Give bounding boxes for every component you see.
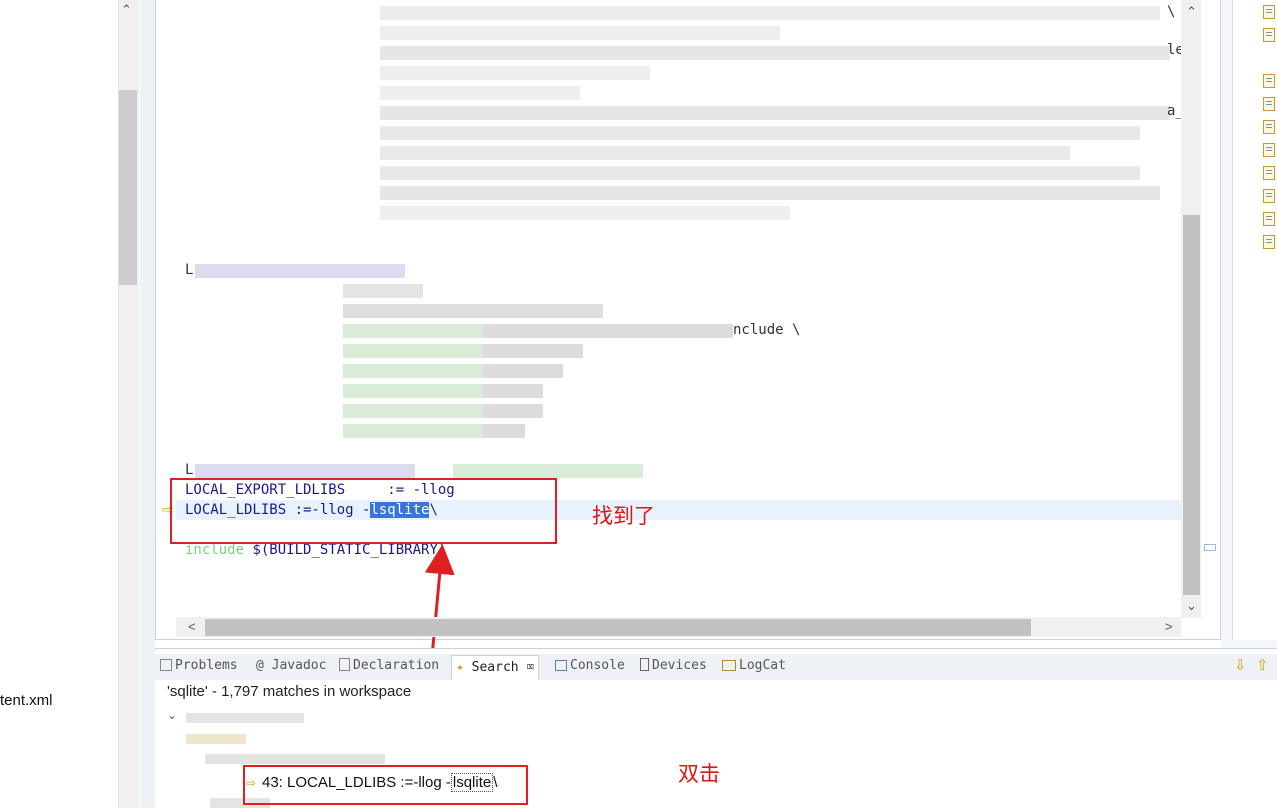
tab-declaration[interactable]: Declaration [339, 658, 439, 673]
minimize-icon[interactable]: ⇩ [1234, 656, 1247, 674]
annotation-double-click-label: 双击 [678, 762, 720, 786]
file-icon[interactable] [1263, 189, 1275, 203]
file-icon[interactable] [1263, 166, 1275, 180]
search-icon: ✦ [456, 660, 464, 675]
tab-logcat[interactable]: LogCat [722, 658, 786, 673]
file-icon[interactable] [1263, 28, 1275, 42]
devices-icon [640, 658, 649, 671]
file-icon[interactable] [1263, 5, 1275, 19]
close-icon[interactable]: ⌧ [526, 660, 534, 675]
scroll-down-icon[interactable]: ⌄ [1186, 598, 1197, 614]
tab-search[interactable]: ✦ Search ⌧ [451, 655, 540, 680]
javadoc-icon: @ [256, 658, 272, 673]
outline-panel [1232, 0, 1277, 640]
file-icon[interactable] [1263, 120, 1275, 134]
console-icon [555, 660, 567, 671]
scroll-right-icon[interactable]: > [1165, 619, 1173, 634]
file-icon[interactable] [1263, 74, 1275, 88]
annotation-box-search [243, 765, 528, 805]
file-icon[interactable] [1263, 143, 1275, 157]
logcat-icon [722, 660, 736, 671]
editor-vertical-scrollbar-thumb[interactable] [1183, 215, 1200, 595]
scroll-left-icon[interactable]: < [188, 619, 196, 634]
file-icon[interactable] [1263, 97, 1275, 111]
overview-ruler-mark[interactable] [1204, 544, 1216, 551]
tab-console[interactable]: Console [555, 658, 625, 673]
search-summary: 'sqlite' - 1,797 matches in workspace [167, 683, 412, 700]
file-icon[interactable] [1263, 235, 1275, 249]
chevron-down-icon[interactable]: ⌄ [167, 708, 177, 722]
tree-item-blurred[interactable] [186, 734, 246, 744]
tree-item-blurred[interactable] [186, 713, 304, 723]
maximize-icon[interactable]: ⇧ [1256, 656, 1269, 674]
tree-item-blurred[interactable] [205, 754, 385, 764]
tab-problems[interactable]: Problems [160, 658, 238, 673]
problems-icon [160, 659, 172, 671]
editor-horizontal-scrollbar-thumb[interactable] [205, 619, 1031, 636]
scroll-up-icon[interactable]: ⌃ [1186, 4, 1197, 20]
declaration-icon [339, 658, 350, 671]
tab-javadoc[interactable]: @ Javadoc [256, 658, 326, 673]
tab-devices[interactable]: Devices [640, 658, 707, 673]
file-icon[interactable] [1263, 212, 1275, 226]
